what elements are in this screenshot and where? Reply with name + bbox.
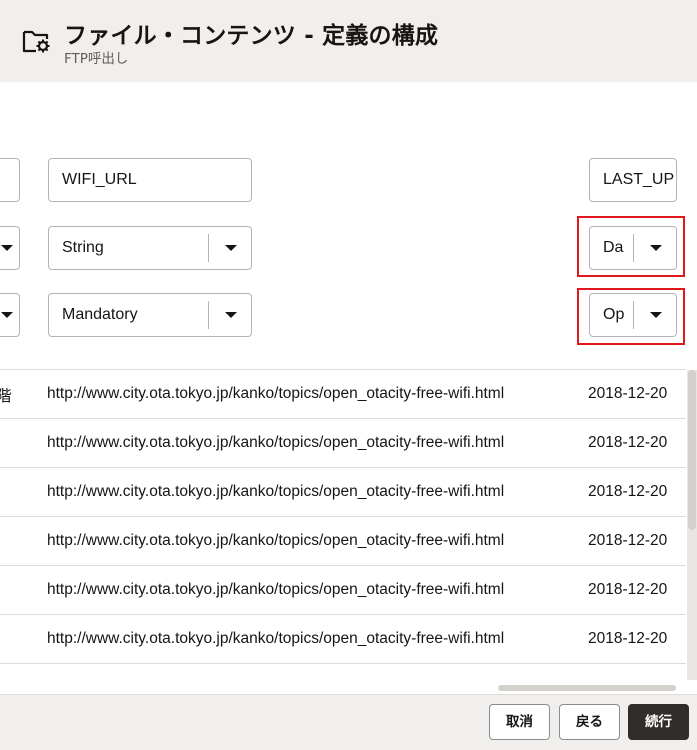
column-name-value: WIFI_URL	[62, 171, 137, 188]
url-cell: http://www.city.ota.tokyo.jp/kanko/topic…	[47, 532, 505, 549]
column-name-value: LAST_UP	[603, 171, 675, 188]
column-requirement-value: Op	[603, 306, 625, 323]
chevron-down-icon[interactable]	[225, 245, 237, 251]
url-cell: http://www.city.ota.tokyo.jp/kanko/topic…	[47, 581, 505, 598]
date-cell: 2018-12-20	[588, 385, 668, 402]
dialog-footer: 取消 戻る 続行	[0, 694, 697, 750]
dialog-title: ファイル・コンテンツ - 定義の構成	[64, 23, 439, 49]
column-requirement-select-wifi-url[interactable]: Mandatory	[48, 293, 252, 337]
select-divider	[208, 301, 209, 329]
table-row: http://www.city.ota.tokyo.jp/kanko/topic…	[0, 418, 686, 467]
left-column-name-input[interactable]	[0, 158, 20, 202]
column-requirement-value: Mandatory	[62, 306, 138, 323]
url-cell: http://www.city.ota.tokyo.jp/kanko/topic…	[47, 630, 505, 647]
back-button[interactable]: 戻る	[559, 704, 620, 740]
date-cell: 2018-12-20	[588, 581, 668, 598]
date-cell: 2018-12-20	[588, 483, 668, 500]
table-row: http://www.city.ota.tokyo.jp/kanko/topic…	[0, 516, 686, 565]
date-cell: 2018-12-20	[588, 532, 668, 549]
chevron-down-icon[interactable]	[225, 312, 237, 318]
chevron-down-icon	[1, 245, 13, 251]
select-divider	[633, 234, 634, 262]
url-cell: http://www.city.ota.tokyo.jp/kanko/topic…	[47, 434, 505, 451]
column-type-select-last-update[interactable]: Da	[589, 226, 677, 270]
column-type-value: Da	[603, 239, 624, 256]
url-cell: http://www.city.ota.tokyo.jp/kanko/topic…	[47, 385, 505, 402]
table-row: 階 http://www.city.ota.tokyo.jp/kanko/top…	[0, 369, 686, 418]
dialog-subtitle: FTP呼出し	[64, 51, 129, 67]
chevron-down-icon	[1, 312, 13, 318]
column-requirement-select-last-update[interactable]: Op	[589, 293, 677, 337]
chevron-down-icon[interactable]	[650, 312, 662, 318]
left-cell-fragment: 階	[0, 388, 12, 405]
definition-table-area: WIFI_URL String Mandatory LAST_UP Da Op …	[0, 82, 697, 694]
column-name-input-wifi-url[interactable]: WIFI_URL	[48, 158, 252, 202]
column-name-input-last-update[interactable]: LAST_UP	[589, 158, 677, 202]
horizontal-scrollbar-thumb[interactable]	[498, 685, 676, 691]
folder-gear-icon	[22, 30, 50, 53]
date-cell: 2018-12-20	[588, 630, 668, 647]
column-type-select-wifi-url[interactable]: String	[48, 226, 252, 270]
dialog-header: ファイル・コンテンツ - 定義の構成 FTP呼出し	[0, 0, 697, 82]
select-divider	[633, 301, 634, 329]
continue-button[interactable]: 続行	[628, 704, 689, 740]
left-column-requirement-select[interactable]	[0, 293, 20, 337]
table-row: http://www.city.ota.tokyo.jp/kanko/topic…	[0, 565, 686, 614]
chevron-down-icon[interactable]	[650, 245, 662, 251]
table-row: http://www.city.ota.tokyo.jp/kanko/topic…	[0, 467, 686, 516]
column-type-value: String	[62, 239, 104, 256]
horizontal-scrollbar[interactable]	[0, 683, 686, 691]
table-row: http://www.city.ota.tokyo.jp/kanko/topic…	[0, 614, 686, 664]
left-column-type-select[interactable]	[0, 226, 20, 270]
select-divider	[208, 234, 209, 262]
url-cell: http://www.city.ota.tokyo.jp/kanko/topic…	[47, 483, 505, 500]
vertical-scrollbar[interactable]	[687, 370, 697, 680]
cancel-button[interactable]: 取消	[489, 704, 550, 740]
vertical-scrollbar-thumb[interactable]	[688, 370, 696, 530]
date-cell: 2018-12-20	[588, 434, 668, 451]
